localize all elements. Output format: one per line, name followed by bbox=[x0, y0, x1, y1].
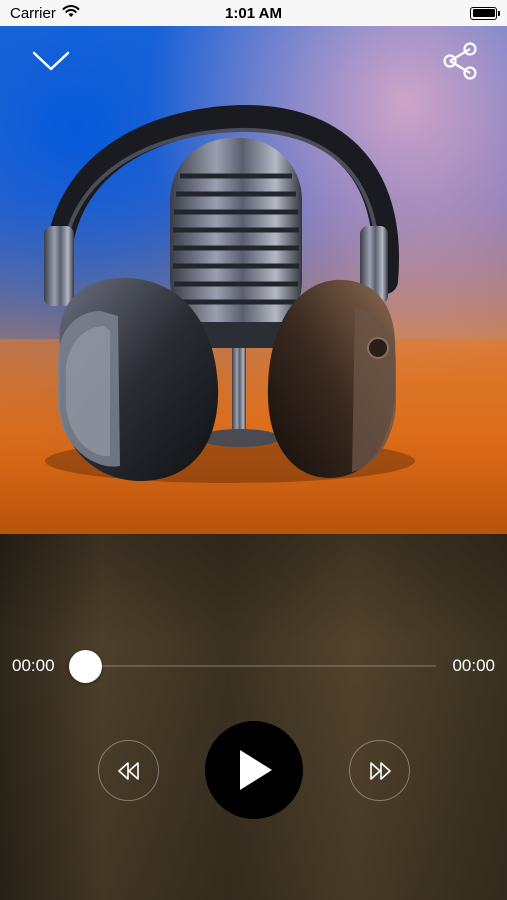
carrier-label: Carrier bbox=[10, 4, 56, 22]
rewind-icon bbox=[117, 761, 139, 780]
play-button[interactable] bbox=[205, 721, 303, 819]
progress-track[interactable] bbox=[70, 665, 436, 667]
player-panel: 00:00 00:00 bbox=[0, 534, 507, 900]
headphones-microphone-illustration bbox=[44, 104, 415, 483]
play-icon bbox=[240, 750, 272, 790]
battery-icon bbox=[470, 6, 500, 20]
rewind-button[interactable] bbox=[98, 740, 159, 801]
share-button[interactable] bbox=[435, 36, 485, 86]
fast-forward-icon bbox=[369, 761, 391, 780]
status-bar: Carrier 1:01 AM bbox=[0, 0, 507, 26]
progress-thumb[interactable] bbox=[69, 650, 102, 683]
total-time: 00:00 bbox=[452, 656, 495, 675]
chevron-down-icon bbox=[32, 51, 70, 71]
wifi-icon bbox=[62, 4, 80, 22]
share-icon bbox=[443, 42, 477, 80]
status-left: Carrier bbox=[10, 4, 80, 22]
collapse-button[interactable] bbox=[26, 36, 76, 86]
fast-forward-button[interactable] bbox=[349, 740, 410, 801]
album-artwork bbox=[0, 26, 507, 534]
current-time: 00:00 bbox=[12, 656, 55, 675]
